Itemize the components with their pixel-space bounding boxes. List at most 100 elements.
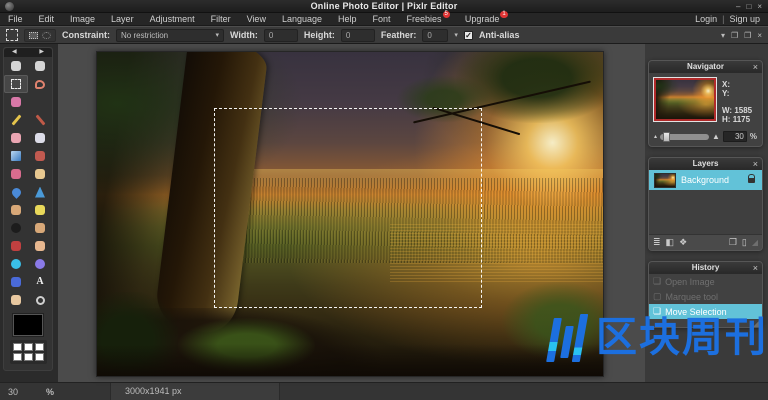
tools-scroll-left-icon[interactable]: ◀ [12,48,17,57]
marquee-selection[interactable] [214,108,482,308]
tool-sharpen[interactable] [28,183,52,201]
primary-color-swatch[interactable] [13,314,43,336]
menu-file[interactable]: File [0,13,31,26]
palette-swatch[interactable] [35,343,44,351]
layers-resize-grip[interactable]: ◢ [752,238,758,247]
layer-name: Background [681,175,743,185]
history-title-bar[interactable]: History × [649,262,762,274]
navigator-thumbnail[interactable] [654,78,716,121]
feather-input[interactable] [422,29,448,42]
tool-marquee[interactable] [4,75,28,93]
navigator-height: H: 1175 [722,115,752,124]
menu-badge: 5 [443,11,450,18]
window-title: Online Photo Editor | Pixlr Editor [0,1,768,11]
menu-view[interactable]: View [239,13,274,26]
history-close-icon[interactable]: × [753,262,758,274]
login-link[interactable]: Login [695,14,717,24]
history-step-icon: ❏ [653,306,661,317]
zoom-slider-handle[interactable] [663,132,670,142]
constraint-select[interactable]: No restriction ▾ [116,29,224,42]
zoom-out-icon[interactable]: ▴ [654,133,657,140]
tool-zoom[interactable] [28,291,52,309]
palette-swatch[interactable] [35,353,44,361]
tool-spot-heal[interactable] [28,237,52,255]
tool-smudge[interactable] [4,201,28,219]
tool-pencil[interactable] [4,111,28,129]
menu-upgrade[interactable]: Upgrade1 [457,13,515,26]
options-collapse-icon[interactable]: ▾ [721,31,725,40]
delete-layer-button[interactable]: ▯ [742,237,747,248]
palette-swatch[interactable] [13,343,22,351]
zoom-slider[interactable] [660,134,709,140]
layer-style-button[interactable]: ❖ [679,237,687,248]
tool-sponge[interactable] [28,201,52,219]
tool-hand[interactable] [4,291,28,309]
tools-scroll-right-icon[interactable]: ▶ [39,48,44,57]
tool-crop[interactable] [4,57,28,75]
tool-red-eye[interactable] [4,237,28,255]
navigator-title-bar[interactable]: Navigator × [649,61,762,73]
tool-burn[interactable] [28,219,52,237]
tool-brush[interactable] [28,111,52,129]
history-step-icon: ▢ [653,291,662,302]
menu-layer[interactable]: Layer [103,13,142,26]
navigator-close-icon[interactable]: × [753,61,758,73]
tool-options-bar: Constraint: No restriction ▾ Width: Heig… [0,26,768,44]
tool-wand[interactable] [4,93,28,111]
options-close-icon[interactable]: × [757,31,762,40]
palette-swatch[interactable] [13,353,22,361]
zoom-in-icon[interactable]: ▲ [712,132,720,141]
menu-image[interactable]: Image [62,13,103,26]
title-bar: Online Photo Editor | Pixlr Editor – □ × [0,0,768,13]
menu-filter[interactable]: Filter [203,13,239,26]
tool-gradient[interactable] [4,147,28,165]
layer-row[interactable]: Background [649,170,762,190]
tool-paint-bucket[interactable] [28,129,52,147]
width-input[interactable] [264,29,298,42]
maximize-icon[interactable]: □ [746,1,751,12]
tool-blur[interactable] [4,183,28,201]
tool-move[interactable] [28,57,52,75]
menu-freebies[interactable]: Freebies5 [399,13,457,26]
minimize-icon[interactable]: – [736,1,740,12]
history-resize-grip[interactable]: ◢ [753,319,759,327]
history-step-open-image[interactable]: ❏Open Image [649,274,762,289]
tool-eraser[interactable] [4,129,28,147]
menu-language[interactable]: Language [274,13,330,26]
ellipse-marquee-icon[interactable] [42,32,51,39]
menu-help[interactable]: Help [330,13,365,26]
history-step-move-selection[interactable]: ❏Move Selection [649,304,762,319]
antialias-checkbox[interactable]: ✓ [464,31,473,40]
layers-close-icon[interactable]: × [753,158,758,170]
palette-swatch[interactable] [24,353,33,361]
tool-pen[interactable] [4,273,28,291]
palette-swatch[interactable] [24,343,33,351]
menu-badge: 1 [500,11,507,18]
navigator-x-label: X: [722,80,752,89]
height-input[interactable] [341,29,375,42]
feather-dropdown-icon[interactable]: ▾ [454,31,458,39]
layer-mask-button[interactable]: ◧ [666,237,675,248]
canvas-image[interactable] [96,51,604,377]
layers-title-bar[interactable]: Layers × [649,158,762,170]
duplicate-layer-button[interactable]: ❐ [729,237,737,248]
menu-adjustment[interactable]: Adjustment [142,13,203,26]
tool-type[interactable]: A [28,273,52,291]
options-restore-icon[interactable]: ❐ [731,31,738,40]
menu-font[interactable]: Font [365,13,399,26]
tool-drawing[interactable] [28,165,52,183]
tool-clone-stamp[interactable] [28,147,52,165]
signup-link[interactable]: Sign up [729,14,760,24]
tool-bloat[interactable] [4,255,28,273]
zoom-value-input[interactable] [723,131,747,142]
history-step-marquee-tool[interactable]: ▢Marquee tool [649,289,762,304]
tool-color-replace[interactable] [4,165,28,183]
lock-icon[interactable] [748,178,755,183]
tool-dodge[interactable] [4,219,28,237]
layer-settings-button[interactable]: ≣ [653,237,661,248]
menu-edit[interactable]: Edit [31,13,63,26]
close-icon[interactable]: × [757,1,762,12]
tool-pinch[interactable] [28,255,52,273]
tool-lasso[interactable] [28,75,52,93]
rect-marquee-icon[interactable] [29,32,38,39]
